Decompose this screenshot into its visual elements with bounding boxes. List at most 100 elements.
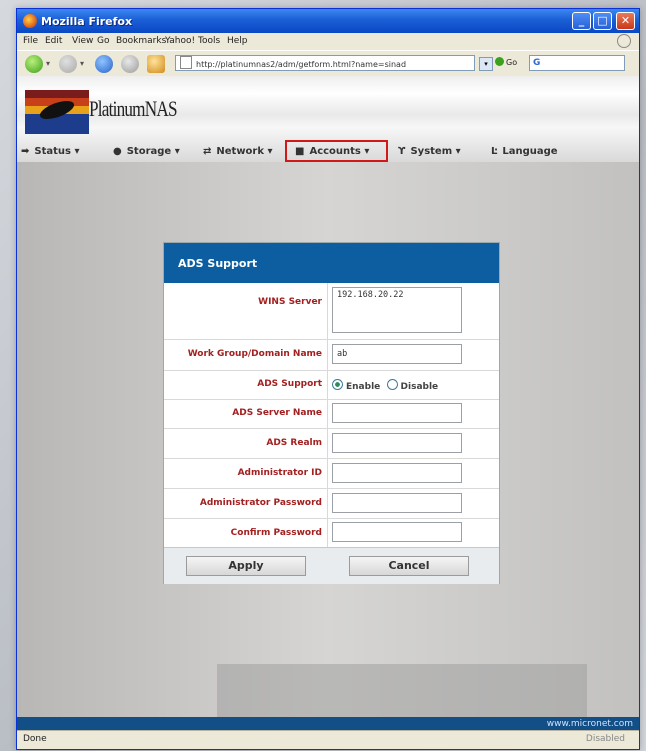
product-logo-text: PlatinumNAS: [89, 96, 178, 121]
main-nav-menu: ➡ Status ▾ ● Storage ▾ ⇄ Network ▾ ■ Account…: [17, 140, 639, 162]
row-divider: [327, 399, 328, 428]
browser-window: Mozilla Firefox _ □ ✕ File Edit View Go …: [16, 8, 640, 750]
ads-realm-input[interactable]: [332, 433, 462, 453]
form-row-workgroup: Work Group/Domain Name: [164, 339, 499, 371]
page-content: PlatinumNAS ➡ Status ▾ ● Storage ▾ ⇄ Networ…: [17, 76, 639, 731]
form-button-row: Apply Cancel: [164, 547, 499, 584]
disable-radio[interactable]: [386, 379, 398, 390]
home-button[interactable]: [147, 55, 165, 73]
reload-button[interactable]: [95, 55, 113, 73]
url-dropdown-icon[interactable]: ▾: [479, 57, 493, 71]
go-label: Go: [506, 58, 518, 67]
form-row-admin-password: Administrator Password: [164, 488, 499, 519]
site-footer: www.micronet.com: [17, 717, 639, 731]
form-row-confirm-password: Confirm Password: [164, 518, 499, 547]
status-arrow-icon: ➡: [21, 146, 30, 157]
form-header: ADS Support: [164, 243, 499, 283]
stop-button[interactable]: [121, 55, 139, 73]
status-right-indicator: Disabled: [585, 734, 625, 744]
menu-go[interactable]: Go: [97, 36, 109, 46]
micronet-logo-icon: [25, 90, 89, 134]
admin-id-input[interactable]: [332, 463, 462, 483]
menu-edit[interactable]: Edit: [45, 36, 62, 46]
search-engine-label: G: [533, 58, 541, 68]
menu-tools[interactable]: Tools: [198, 36, 220, 46]
nav-storage[interactable]: ● Storage ▾: [113, 146, 180, 157]
ads-realm-label: ADS Realm: [266, 438, 322, 448]
ads-server-name-input[interactable]: [332, 403, 462, 423]
admin-password-input[interactable]: [332, 493, 462, 513]
decorative-footer-block: [217, 664, 587, 720]
form-title: ADS Support: [178, 257, 258, 270]
form-row-ads-support: ADS Support Enable Disable: [164, 370, 499, 400]
nav-storage-label: Storage: [126, 146, 172, 157]
search-input[interactable]: G: [529, 55, 625, 71]
cancel-button[interactable]: Cancel: [349, 556, 469, 576]
page-icon: [180, 56, 192, 69]
forward-button[interactable]: [59, 55, 77, 73]
form-row-ads-realm: ADS Realm: [164, 428, 499, 459]
firefox-icon: [23, 14, 37, 28]
storage-disk-icon: ●: [113, 146, 122, 157]
forward-dropdown-icon[interactable]: ▾: [80, 59, 84, 68]
minimize-button[interactable]: _: [572, 12, 591, 30]
maximize-button[interactable]: □: [593, 12, 612, 30]
nav-status-label: Status: [34, 146, 71, 157]
wins-server-label: WINS Server: [258, 297, 322, 307]
throbber-icon: [617, 34, 631, 48]
nav-network-label: Network: [216, 146, 265, 157]
navigation-toolbar: ▾ ▾ http://platinumnas2/adm/getform.html…: [17, 50, 639, 78]
menu-view[interactable]: View: [72, 36, 93, 46]
apply-button[interactable]: Apply: [186, 556, 306, 576]
enable-radio[interactable]: [332, 379, 343, 390]
row-divider: [327, 339, 328, 370]
admin-password-label: Administrator Password: [199, 498, 322, 508]
menu-bar: File Edit View Go Bookmarks Yahoo! Tools…: [17, 33, 639, 50]
ads-support-form: ADS Support WINS Server 192.168.20.22 Wo…: [163, 242, 500, 584]
go-button[interactable]: Go: [495, 57, 517, 67]
nav-status[interactable]: ➡ Status ▾: [21, 146, 80, 157]
status-bar: Done Disabled: [17, 730, 639, 749]
row-divider: [327, 428, 328, 458]
nav-system[interactable]: ϒ System ▾: [398, 146, 461, 157]
row-divider: [327, 283, 328, 339]
enable-label: Enable: [346, 382, 381, 392]
ads-support-radio-group: Enable Disable: [332, 379, 438, 392]
language-icon: Ŀ: [491, 146, 498, 157]
menu-yahoo[interactable]: Yahoo!: [165, 36, 195, 46]
accounts-highlight-box: [285, 140, 388, 162]
admin-id-label: Administrator ID: [237, 468, 322, 478]
disable-label: Disable: [400, 382, 439, 392]
window-title: Mozilla Firefox: [41, 15, 133, 28]
row-divider: [327, 518, 328, 547]
form-row-admin-id: Administrator ID: [164, 458, 499, 489]
workgroup-label: Work Group/Domain Name: [187, 349, 322, 359]
system-icon: ϒ: [398, 146, 406, 157]
url-input[interactable]: http://platinumnas2/adm/getform.html?nam…: [175, 55, 475, 71]
nav-language[interactable]: Ŀ Language: [491, 146, 558, 157]
wins-server-input[interactable]: 192.168.20.22: [332, 287, 462, 333]
ads-server-name-label: ADS Server Name: [232, 408, 322, 418]
form-row-ads-server: ADS Server Name: [164, 399, 499, 429]
nav-network[interactable]: ⇄ Network ▾: [203, 146, 273, 157]
status-text: Done: [23, 734, 47, 744]
menu-file[interactable]: File: [23, 36, 38, 46]
close-button[interactable]: ✕: [616, 12, 635, 30]
nav-system-label: System: [410, 146, 453, 157]
confirm-password-input[interactable]: [332, 522, 462, 542]
row-divider: [327, 458, 328, 488]
title-bar: Mozilla Firefox _ □ ✕: [17, 9, 639, 33]
network-icon: ⇄: [203, 146, 212, 157]
workgroup-input[interactable]: [332, 344, 462, 364]
nav-language-label: Language: [502, 146, 558, 157]
back-button[interactable]: [25, 55, 43, 73]
ads-support-label: ADS Support: [257, 379, 322, 389]
site-header: PlatinumNAS ➡ Status ▾ ● Storage ▾ ⇄ Networ…: [17, 76, 639, 162]
form-row-wins: WINS Server 192.168.20.22: [164, 283, 499, 340]
menu-help[interactable]: Help: [227, 36, 248, 46]
row-divider: [327, 370, 328, 399]
menu-bookmarks[interactable]: Bookmarks: [116, 36, 166, 46]
back-dropdown-icon[interactable]: ▾: [46, 59, 50, 68]
row-divider: [327, 488, 328, 518]
go-icon: [495, 57, 504, 66]
